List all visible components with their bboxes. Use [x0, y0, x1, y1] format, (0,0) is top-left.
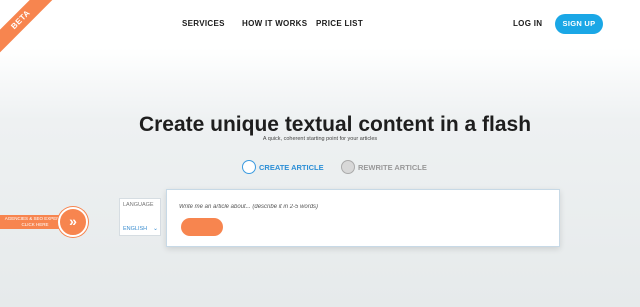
language-value: ENGLISH	[123, 226, 148, 232]
signup-button[interactable]: SIGN UP	[555, 14, 603, 34]
article-topic-input[interactable]	[179, 202, 549, 212]
nav-price-list[interactable]: PRICE LIST	[316, 19, 363, 28]
top-nav: SERVICES HOW IT WORKS PRICE LIST LOG IN	[0, 19, 640, 31]
page-subtitle: A quick, coherent starting point for you…	[262, 136, 378, 142]
language-label: LANGUAGE	[123, 202, 154, 208]
page-title: Create unique textual content in a flash	[138, 113, 532, 136]
nav-how-it-works[interactable]: HOW IT WORKS	[242, 19, 307, 28]
rewrite-article-label: REWRITE ARTICLE	[358, 163, 427, 172]
article-box	[166, 189, 560, 247]
agency-badge[interactable]: AGENCIES & SEO EXPERTS CLICK HERE »	[0, 207, 88, 237]
generate-button[interactable]	[181, 218, 223, 236]
chevron-down-icon: ⌄	[153, 226, 159, 232]
double-chevron-right-icon: »	[58, 207, 88, 237]
nav-login[interactable]: LOG IN	[513, 19, 542, 28]
language-select[interactable]: LANGUAGE ENGLISH ⌄	[119, 198, 161, 236]
create-article-label: CREATE ARTICLE	[259, 163, 324, 172]
radio-circle	[341, 160, 355, 174]
radio-circle-selected	[242, 160, 256, 174]
nav-services[interactable]: SERVICES	[182, 19, 225, 28]
